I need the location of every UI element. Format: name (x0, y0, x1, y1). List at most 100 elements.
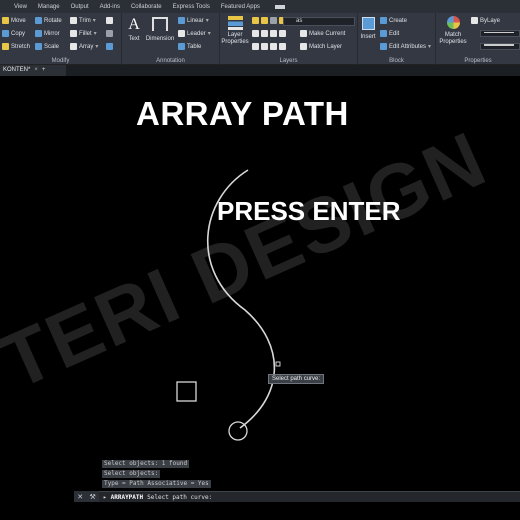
command-prompt-text: Select path curve: (147, 493, 213, 501)
fillet-icon (70, 30, 77, 37)
create-block-button[interactable]: Create (380, 17, 407, 24)
command-history-line-2: Select objects: (102, 470, 161, 478)
layer-merge-icon (261, 43, 268, 50)
copy-button[interactable]: Copy (2, 30, 25, 37)
menu-bar: View Manage Output Add-ins Collaborate E… (0, 0, 520, 13)
edit-attributes-icon (380, 43, 387, 50)
annotation-panel: A Text Dimension Linear ▾ Leader ▾ Table A… (122, 13, 220, 65)
make-current-icon (300, 30, 307, 37)
stretch-button[interactable]: Stretch (2, 43, 30, 50)
lineweight-preview (484, 44, 514, 47)
linetype-dropdown[interactable] (480, 30, 520, 37)
move-icon (2, 17, 9, 24)
mirror-button[interactable]: Mirror (35, 30, 60, 37)
sun-icon (261, 17, 268, 24)
modify-panel: Move Rotate Trim ▾ Copy Mirror Fillet ▾ St… (0, 13, 122, 65)
create-block-icon (380, 17, 387, 24)
linetype-preview (484, 31, 514, 33)
move-button[interactable]: Move (2, 17, 26, 24)
menu-more-icon[interactable] (274, 4, 285, 9)
scale-icon (35, 43, 42, 50)
layer-stack-icon (227, 16, 243, 30)
close-command-icon[interactable]: ✕ (77, 493, 83, 501)
rotate-icon (35, 17, 42, 24)
offset-icon (106, 43, 113, 50)
file-tab-konten[interactable]: KONTEN* × + (0, 65, 66, 76)
edit-block-button[interactable]: Edit (380, 30, 399, 37)
color-swatch-icon (471, 17, 478, 24)
linear-dropdown[interactable]: Linear ▾ (178, 17, 209, 24)
fillet-button[interactable]: Fillet ▾ (70, 30, 97, 37)
command-history-line-3: Type = Path Associative = Yes (102, 480, 211, 488)
text-icon: A (128, 16, 140, 33)
instruction-overlay: PRESS ENTER (217, 196, 401, 226)
layer-thaw-icon (279, 43, 286, 50)
explode-icon (106, 30, 113, 37)
command-line-controls: ✕ ⚒ (74, 491, 99, 502)
insert-icon (361, 17, 375, 30)
layer-tools-row-2[interactable] (252, 43, 286, 50)
command-prompt-icon: ▸ (103, 493, 107, 501)
dimension-button[interactable]: Dimension (144, 16, 176, 48)
layer-iso-icon (252, 30, 259, 37)
scale-button[interactable]: Scale (35, 43, 59, 50)
block-panel: Insert Create Edit Edit Attributes ▾ Bloc… (358, 13, 436, 65)
match-properties-button[interactable]: Match Properties (437, 15, 469, 51)
make-current-button[interactable]: Make Current (300, 30, 345, 37)
erase-button[interactable] (106, 17, 113, 24)
layer-state-icons[interactable] (252, 17, 286, 24)
stretch-icon (2, 43, 9, 50)
cursor-tooltip: Select path curve: (268, 374, 325, 384)
table-button[interactable]: Table (178, 43, 201, 50)
layers-panel: Layer Properties as Make Current Match L… (220, 13, 358, 65)
layer-tools-row-1[interactable] (252, 30, 286, 37)
offset-button[interactable] (106, 43, 113, 50)
table-icon (178, 43, 185, 50)
command-history-line-1: Select objects: 1 found (102, 460, 190, 468)
rotate-button[interactable]: Rotate (35, 17, 62, 24)
text-button[interactable]: A Text (125, 16, 143, 48)
insert-button[interactable]: Insert (359, 16, 377, 50)
menu-express-tools[interactable]: Express Tools (173, 4, 210, 10)
close-tab-icon[interactable]: × (34, 65, 38, 76)
layer-dropdown[interactable]: as (283, 17, 355, 26)
edit-block-icon (380, 30, 387, 37)
modify-panel-title[interactable]: Modify (0, 58, 121, 64)
menu-view[interactable]: View (14, 4, 27, 10)
block-panel-title[interactable]: Block (358, 58, 435, 64)
menu-output[interactable]: Output (71, 4, 89, 10)
match-layer-icon (300, 43, 307, 50)
edit-attributes-button[interactable]: Edit Attributes ▾ (380, 43, 431, 50)
layer-lock-icon (279, 30, 286, 37)
palette-icon (446, 16, 460, 29)
trim-button[interactable]: Trim ▾ (70, 17, 96, 24)
match-layer-button[interactable]: Match Layer (300, 43, 342, 50)
lightbulb-icon (252, 17, 259, 24)
layer-properties-button[interactable]: Layer Properties (221, 15, 249, 51)
array-icon (70, 43, 77, 50)
wrench-icon[interactable]: ⚒ (90, 493, 96, 501)
menu-featured-apps[interactable]: Featured Apps (221, 4, 260, 10)
dimension-icon (152, 17, 168, 31)
array-button[interactable]: Array ▾ (70, 43, 98, 50)
annotation-panel-title[interactable]: Annotation (122, 58, 219, 64)
command-name: ARRAYPATH (110, 493, 144, 501)
lineweight-dropdown[interactable] (480, 43, 520, 50)
leader-dropdown[interactable]: Leader ▾ (178, 30, 211, 37)
pencil-icon (106, 17, 113, 24)
menu-collaborate[interactable]: Collaborate (131, 4, 162, 10)
menu-add-ins[interactable]: Add-ins (100, 4, 120, 10)
properties-panel-title[interactable]: Properties (436, 58, 520, 64)
linear-icon (178, 17, 185, 24)
new-tab-icon[interactable]: + (42, 65, 46, 76)
ribbon: Move Rotate Trim ▾ Copy Mirror Fillet ▾ St… (0, 13, 520, 65)
color-control[interactable]: ByLaye (471, 17, 500, 24)
layers-panel-title[interactable]: Layers (220, 58, 357, 64)
explode-button[interactable] (106, 30, 113, 37)
layer-freeze-icon (270, 30, 277, 37)
video-title: ARRAY PATH (136, 95, 349, 132)
menu-manage[interactable]: Manage (38, 4, 60, 10)
properties-panel: Match Properties ByLaye Properties (436, 13, 520, 65)
command-line[interactable]: ▸ ARRAYPATH Select path curve: (99, 491, 520, 502)
file-tab-strip: KONTEN* × + (0, 65, 520, 76)
